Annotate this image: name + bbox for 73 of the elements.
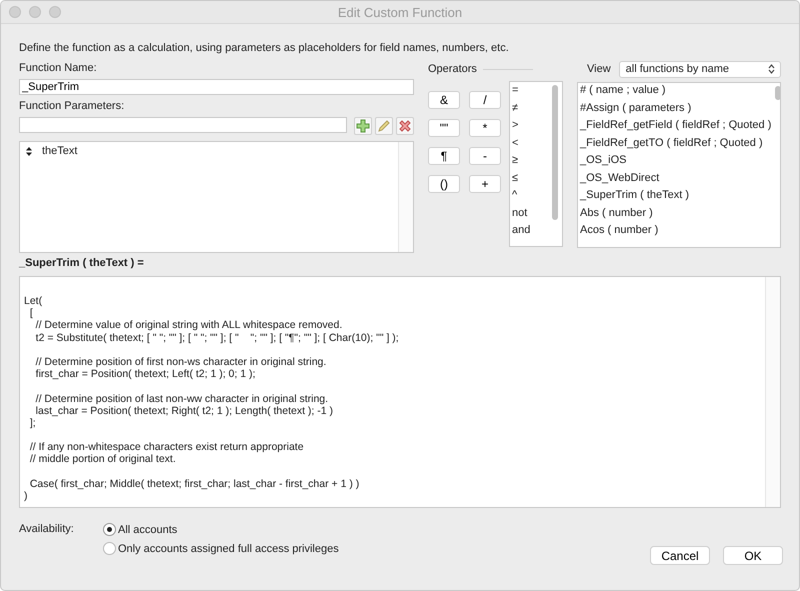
dialog-button[interactable]: OK <box>723 546 783 565</box>
function-item[interactable]: Abs ( number ) <box>580 206 772 224</box>
operator-item[interactable]: ≥ <box>512 154 548 172</box>
code-line: // If any non-whitespace characters exist return appropriate <box>28 441 305 454</box>
operator-item[interactable]: ^ <box>512 189 548 206</box>
code-line: Case( first_char; Middle( thetext; first_char; last_char - first_char + 1 ) ) <box>28 478 360 490</box>
view-label: View <box>587 63 611 75</box>
operator-button[interactable]: / <box>469 91 501 109</box>
plus-icon <box>356 119 370 133</box>
operator-button[interactable]: + <box>469 175 501 193</box>
radio-button[interactable] <box>103 523 116 536</box>
operator-item[interactable]: = <box>512 84 548 102</box>
scrollbar-thumb[interactable] <box>552 85 558 220</box>
function-item[interactable]: Acos ( number ) <box>580 224 772 242</box>
code-line: // Determine value of original string with ALL whitespace removed. <box>34 319 344 332</box>
function-item[interactable]: #Assign ( parameters ) <box>580 102 772 119</box>
function-name-field[interactable]: _SuperTrim <box>19 79 414 95</box>
code-line: ]; <box>28 416 37 430</box>
operator-button[interactable]: - <box>469 147 501 165</box>
scrollbar-thumb[interactable] <box>775 86 780 100</box>
operator-button[interactable]: () <box>428 175 460 193</box>
description-text: Define the function as a calculation, using parameters as placeholders for field names, numbers, etc. <box>19 42 510 56</box>
code-line: // Determine position of first non-ws character in original string. <box>34 356 328 368</box>
operator-button[interactable]: "" <box>428 119 460 137</box>
formula-editor[interactable] <box>19 276 781 508</box>
zoom-button[interactable] <box>49 6 61 18</box>
edit-button[interactable] <box>375 117 393 135</box>
operator-button[interactable]: ¶ <box>428 147 460 165</box>
operator-button[interactable]: * <box>469 119 501 137</box>
code-line: ) <box>24 490 28 502</box>
operator-button[interactable]: & <box>428 91 460 109</box>
dialog-button[interactable]: Cancel <box>650 546 710 565</box>
function-item[interactable]: _FieldRef_getField ( fieldRef ; Quoted ) <box>580 119 772 136</box>
code-line: [ <box>28 307 34 320</box>
code-line: // Determine position of last non-ww character in original string. <box>34 392 330 405</box>
operator-item[interactable]: > <box>512 119 548 136</box>
parameter-field[interactable] <box>19 117 347 133</box>
code-line: // middle portion of original text. <box>28 453 177 466</box>
view-dropdown[interactable]: all functions by name <box>618 60 781 78</box>
formula-header: _SuperTrim ( theText ) = <box>19 257 145 271</box>
function-item[interactable]: _FieldRef_getTO ( fieldRef ; Quoted ) <box>580 136 772 154</box>
parameter-item[interactable]: theText <box>42 145 78 157</box>
radio-label[interactable]: Only accounts assigned full access privileges <box>118 542 339 554</box>
code-line: last_char = Position( thetext; Right( t2; 1 ); Length( thetext ); -1 ) <box>35 404 334 417</box>
availability-label: Availability: <box>19 523 75 537</box>
operator-item[interactable]: not <box>512 206 548 224</box>
updown-icon <box>768 64 775 74</box>
minimize-button[interactable] <box>29 6 41 18</box>
pencil-icon <box>377 119 391 133</box>
scrollbar[interactable] <box>398 142 413 252</box>
function-name-label: Function Name: <box>19 62 98 76</box>
function-item[interactable]: _SuperTrim ( theText ) <box>580 189 772 206</box>
code-line: Let( <box>24 295 44 308</box>
function-item[interactable]: # ( name ; value ) <box>580 84 772 102</box>
close-button[interactable] <box>9 6 21 18</box>
code-line: first_char = Position( thetext; Left( t2; 1 ); 0; 1 ); <box>34 368 256 380</box>
operator-item[interactable]: and <box>512 224 548 242</box>
function-item[interactable]: _OS_WebDirect <box>580 172 772 189</box>
function-item[interactable]: _OS_iOS <box>580 154 772 172</box>
x-icon <box>398 119 412 133</box>
radio-label[interactable]: All accounts <box>118 524 178 536</box>
operator-item[interactable]: ≠ <box>512 102 548 119</box>
scrollbar[interactable] <box>765 277 780 507</box>
function-parameters-label: Function Parameters: <box>19 100 126 114</box>
operator-item[interactable]: ≤ <box>512 172 548 189</box>
window-title: Edit Custom Function <box>338 4 462 20</box>
radio-button[interactable] <box>103 542 116 555</box>
reorder-icon[interactable] <box>26 146 32 156</box>
operator-item[interactable]: < <box>512 136 548 154</box>
code-line: t2 = Substitute( thetext; [ " "; "" ]; [ " "; "" ]; [ " "; "" ]; [ "¶"; "" ]; [ Char(10); "" ] ); <box>34 332 400 344</box>
operators-label: Operators <box>428 63 477 75</box>
add-button[interactable] <box>354 117 372 135</box>
delete-button[interactable] <box>396 117 414 135</box>
